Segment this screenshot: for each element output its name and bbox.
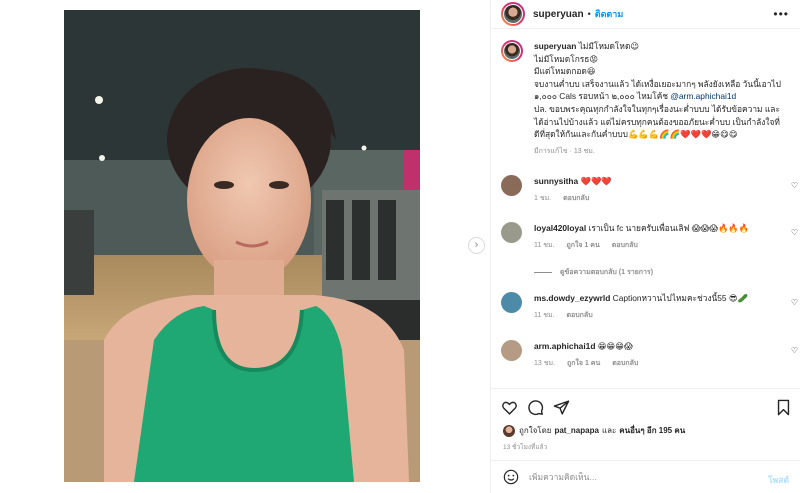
liker-username[interactable]: pat_napapa xyxy=(554,426,598,435)
comment-item: ms.dowdy_ezywrld Captionหวานไปไหมคะช่วงน… xyxy=(501,292,800,321)
post-comment-button[interactable]: โพสต์ xyxy=(768,473,789,487)
post-header: superyuan • ติดตาม ••• xyxy=(491,0,800,29)
more-options-icon[interactable]: ••• xyxy=(773,8,789,20)
comment-text: ❤️❤️❤️ xyxy=(580,176,612,186)
comment-meta: 13 ชม. ถูกใจ 1 คน ตอบกลับ xyxy=(534,358,800,369)
author-username[interactable]: superyuan xyxy=(533,9,584,20)
commenter-avatar[interactable] xyxy=(501,292,522,313)
caption-username[interactable]: superyuan xyxy=(534,41,576,51)
reply-button[interactable]: ตอบกลับ xyxy=(612,360,638,367)
comment-text: Captionหวานไปไหมคะช่วงนี้55 😎🥒 xyxy=(612,293,749,303)
caption-mention[interactable]: @arm.aphichai1d xyxy=(670,91,736,101)
comment-body: arm.aphichai1d 😁😁😁😱 xyxy=(534,340,800,352)
comment-item: sunnysitha ❤️❤️❤️ 1 ชม. ตอบกลับ ♡ xyxy=(501,175,800,204)
comment-time: 11 ชม. xyxy=(534,242,555,249)
caption-line: ไม่มีโหมดโหด😉 xyxy=(578,41,640,51)
comment-likes-count[interactable]: ถูกใจ 1 คน xyxy=(567,360,600,367)
likes-middle: และ xyxy=(601,426,617,435)
caption-avatar[interactable] xyxy=(501,40,523,62)
author-avatar[interactable] xyxy=(501,2,525,26)
comment-meta: 1 ชม. ตอบกลับ xyxy=(534,193,800,204)
caption-text: superyuan ไม่มีโหมดโหด😉 ไม่มีโหมดโกรธ😡 ม… xyxy=(534,40,791,141)
likes-prefix: ถูกใจโดย xyxy=(519,426,552,435)
comment-like-heart-icon[interactable]: ♡ xyxy=(791,181,798,190)
reply-button[interactable]: ตอบกลับ xyxy=(566,312,592,319)
caption-line: ไม่มีโหมดโกรธ😡 xyxy=(534,53,599,64)
caption-line: ดีที่สุดให้กันและกันค่ำบบบ💪💪💪🌈🌈❤️❤️❤️😁😋😋 xyxy=(534,129,738,140)
commenter-avatar[interactable] xyxy=(501,340,522,361)
add-comment-bar: โพสต์ xyxy=(491,460,800,493)
heart-icon[interactable] xyxy=(501,399,518,416)
likes-summary: ถูกใจโดย pat_napapa และ คนอื่นๆ อีก 195 … xyxy=(503,424,688,437)
comment-like-heart-icon[interactable]: ♡ xyxy=(791,298,798,307)
comment-body: loyal420loyal เราเป็น fc นายครับเพื่อนเล… xyxy=(534,222,800,234)
comment-item: loyal420loyal เราเป็น fc นายครับเพื่อนเล… xyxy=(501,222,800,251)
commenter-avatar[interactable] xyxy=(501,222,522,243)
liker-avatar[interactable] xyxy=(503,424,515,437)
likes-others[interactable]: คนอื่นๆ อีก 195 คน xyxy=(619,424,685,437)
comment-item: arm.aphichai1d 😁😁😁😱 13 ชม. ถูกใจ 1 คน ตอ… xyxy=(501,340,800,369)
view-replies-label[interactable]: ดูข้อความตอบกลับ (1 รายการ) xyxy=(560,267,653,278)
comment-meta: 11 ชม. ตอบกลับ xyxy=(534,310,800,321)
caption-line: ได้อ่านไปบ้างแล้ว แต่ไม่ครบทุกคนต้องขออภ… xyxy=(534,116,780,127)
follow-button[interactable]: ติดตาม xyxy=(595,7,624,21)
commenter-username[interactable]: loyal420loyal xyxy=(534,223,586,233)
comment-body: ms.dowdy_ezywrld Captionหวานไปไหมคะช่วงน… xyxy=(534,292,800,304)
caption-line: ๑,๐๐๐ Cals รอบหน้า ๒,๐๐๐ ไหมโค้ช xyxy=(534,91,669,102)
separator-dot: • xyxy=(587,9,591,19)
comment-like-heart-icon[interactable]: ♡ xyxy=(791,228,798,237)
comment-time: 1 ชม. xyxy=(534,195,552,202)
replies-divider xyxy=(534,272,552,273)
reply-button[interactable]: ตอบกลับ xyxy=(563,195,589,202)
post-details-panel: superyuan • ติดตาม ••• superyuan ไม่มีโห… xyxy=(490,0,800,493)
comment-input[interactable] xyxy=(529,472,759,482)
commenter-avatar[interactable] xyxy=(501,175,522,196)
caption-line: มีแต่โหมดกอด😆 xyxy=(534,66,596,77)
comment-body: sunnysitha ❤️❤️❤️ xyxy=(534,175,800,187)
post-caption: superyuan ไม่มีโหมดโหด😉 ไม่มีโหมดโกรธ😡 ม… xyxy=(501,40,791,157)
gym-selfie-photo xyxy=(64,10,420,482)
caption-line: จบงานค่ำบบ เสร็จงานแล้ว ได้เหงื่อเยอะมาก… xyxy=(534,78,781,89)
emoji-icon[interactable] xyxy=(503,469,519,485)
next-image-arrow-icon[interactable]: › xyxy=(468,237,485,254)
commenter-username[interactable]: ms.dowdy_ezywrld xyxy=(534,293,610,303)
share-icon[interactable] xyxy=(553,399,570,416)
comment-like-heart-icon[interactable]: ♡ xyxy=(791,346,798,355)
comment-time: 11 ชม. xyxy=(534,312,555,319)
view-replies-button[interactable]: ดูข้อความตอบกลับ (1 รายการ) xyxy=(534,267,653,278)
post-image[interactable] xyxy=(64,10,420,482)
commenter-username[interactable]: arm.aphichai1d xyxy=(534,341,595,351)
reply-button[interactable]: ตอบกลับ xyxy=(612,242,638,249)
comment-meta: 11 ชม. ถูกใจ 1 คน ตอบกลับ xyxy=(534,240,800,251)
comment-icon[interactable] xyxy=(527,399,544,416)
comment-text: 😁😁😁😱 xyxy=(597,341,633,351)
caption-meta: มีการแก้ไข · 13 ชม. xyxy=(534,147,595,155)
caption-line: ปล. ขอบพระคุณทุกกำลังใจในทุกๆเรื่องนะค่ำ… xyxy=(534,103,780,114)
bookmark-icon[interactable] xyxy=(775,399,792,416)
comment-text: เราเป็น fc นายครับเพื่อนเลิฟ 😱😱😱🔥🔥🔥 xyxy=(588,223,750,233)
action-bar xyxy=(491,388,800,424)
comments-list[interactable]: superyuan ไม่มีโหมดโหด😉 ไม่มีโหมดโกรธ😡 ม… xyxy=(491,30,800,386)
post-timestamp[interactable]: 13 ชั่วโมงที่แล้ว xyxy=(503,442,547,452)
comment-likes-count[interactable]: ถูกใจ 1 คน xyxy=(566,242,599,249)
commenter-username[interactable]: sunnysitha xyxy=(534,176,578,186)
comment-time: 13 ชม. xyxy=(534,360,556,367)
